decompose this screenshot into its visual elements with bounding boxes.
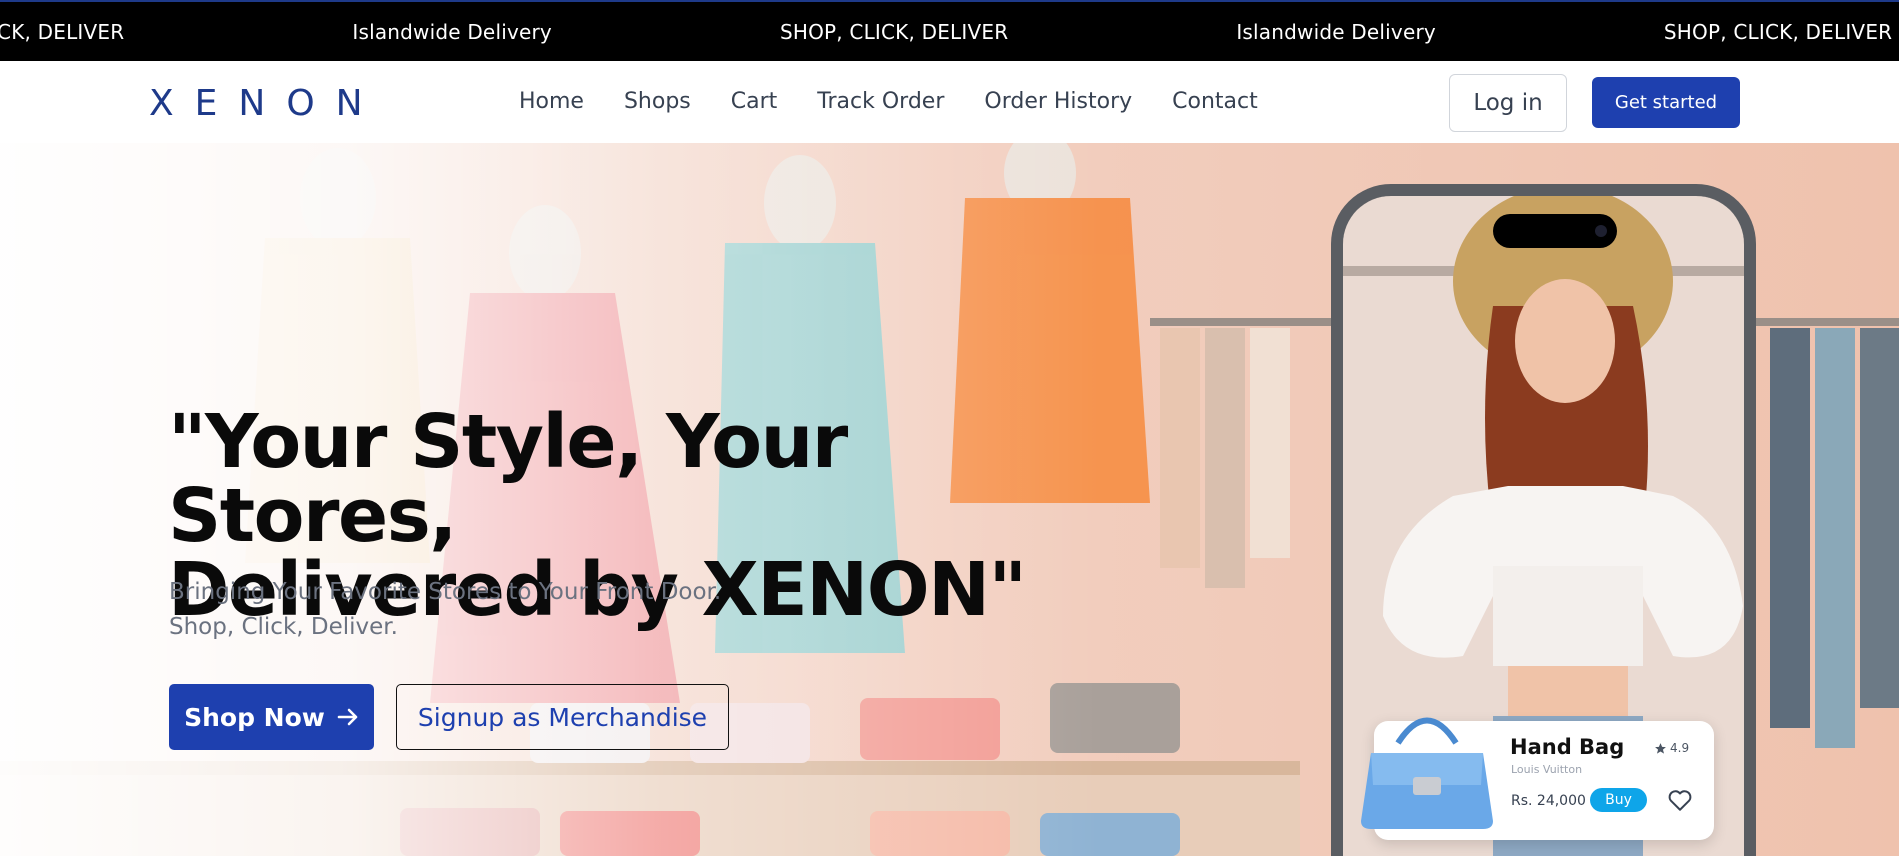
product-brand: Louis Vuitton <box>1511 763 1583 776</box>
subtitle-line: Bringing Your Favorite Stores to Your Fr… <box>169 579 722 605</box>
nav-links: Home Shops Cart Track Order Order Histor… <box>519 89 1298 114</box>
product-name: Hand Bag <box>1510 735 1625 759</box>
navbar: XENON Home Shops Cart Track Order Order … <box>0 61 1899 143</box>
star-icon <box>1655 742 1666 754</box>
subtitle-line: Shop, Click, Deliver. <box>169 614 398 640</box>
nav-link-contact[interactable]: Contact <box>1172 89 1258 114</box>
marquee-item: Islandwide Delivery <box>352 19 552 44</box>
marquee-item: SHOP, CLICK, DELIVER <box>0 19 125 44</box>
hero-subtitle: Bringing Your Favorite Stores to Your Fr… <box>169 575 721 645</box>
shop-now-button[interactable]: Shop Now <box>169 684 374 750</box>
handbag-image <box>1361 717 1493 829</box>
signup-merchandise-button[interactable]: Signup as Merchandise <box>396 684 729 750</box>
headline-line: "Your Style, Your Stores, <box>168 399 848 559</box>
nav-link-order-history[interactable]: Order History <box>984 89 1132 114</box>
heart-icon[interactable] <box>1667 787 1693 813</box>
get-started-button[interactable]: Get started <box>1592 77 1740 128</box>
product-rating: 4.9 <box>1654 741 1689 755</box>
buy-button[interactable]: Buy <box>1590 788 1647 812</box>
marquee-item: SHOP, CLICK, DELIVER <box>1663 19 1893 44</box>
logo[interactable]: XENON <box>149 83 384 124</box>
hero-section: "Your Style, Your Stores, Delivered by X… <box>0 143 1899 856</box>
nav-link-shops[interactable]: Shops <box>624 89 691 114</box>
shop-now-label: Shop Now <box>184 702 325 732</box>
nav-link-home[interactable]: Home <box>519 89 584 114</box>
login-button[interactable]: Log in <box>1449 74 1567 132</box>
marquee-item: SHOP, CLICK, DELIVER <box>779 19 1009 44</box>
camera-icon <box>1595 225 1607 237</box>
announcement-marquee: SHOP, CLICK, DELIVER Islandwide Delivery… <box>0 0 1899 61</box>
nav-link-track-order[interactable]: Track Order <box>817 89 944 114</box>
product-price: Rs. 24,000 <box>1511 793 1586 809</box>
nav-link-cart[interactable]: Cart <box>731 89 778 114</box>
arrow-right-icon <box>337 708 358 726</box>
phone-notch <box>1493 214 1617 248</box>
marquee-item: Islandwide Delivery <box>1236 19 1436 44</box>
marquee-track: SHOP, CLICK, DELIVER Islandwide Delivery… <box>0 2 1899 61</box>
rating-value: 4.9 <box>1670 741 1690 755</box>
